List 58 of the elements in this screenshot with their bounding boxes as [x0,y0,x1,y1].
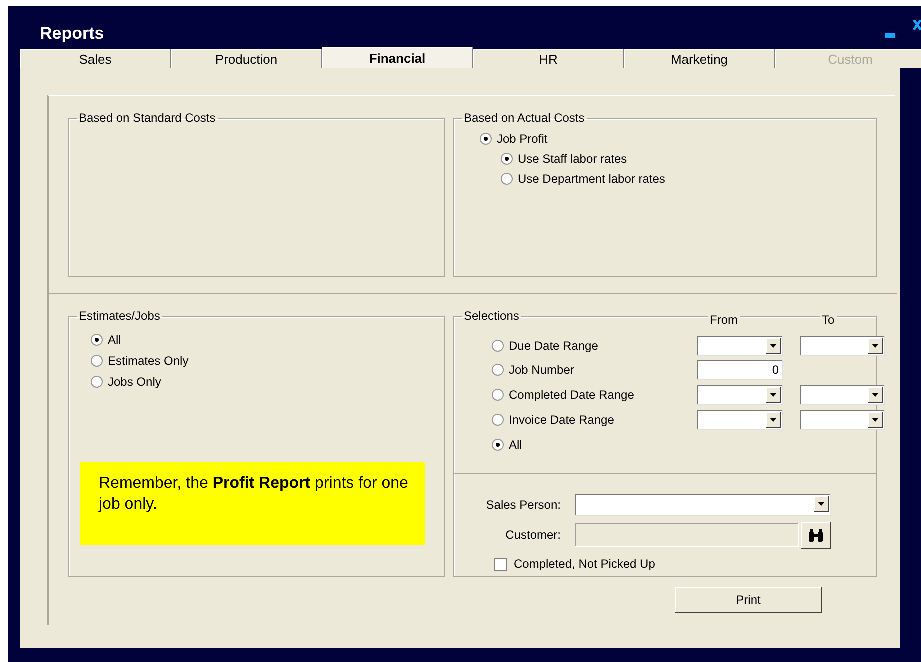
dropdown-arrow-icon [770,418,777,422]
number-field[interactable]: 0 [697,360,783,380]
customer-field[interactable] [575,523,799,547]
from-dropdown[interactable] [697,336,783,356]
radio-label: Completed Date Range [509,388,634,402]
from-dropdown[interactable] [697,410,783,430]
radio-button[interactable] [492,388,504,400]
print-button[interactable]: Print [675,587,822,613]
field-label: Sales Person: [485,498,562,512]
dropdown-arrow-icon [872,344,879,348]
column-header: To [820,313,837,327]
dropdown-arrow-icon [770,392,777,396]
sales-person-dropdown[interactable] [575,494,831,516]
column-header: From [708,313,740,327]
radio-label: Use Staff labor rates [518,152,628,166]
radio-button[interactable] [492,364,504,376]
dropdown-arrow-icon [770,344,777,348]
tab[interactable]: Marketing [624,49,775,68]
radio-button[interactable] [492,414,504,426]
note-text: Remember, the Profit Report prints for one job only. [99,475,408,513]
radio-label: Due Date Range [509,338,598,352]
to-dropdown[interactable] [800,384,885,404]
window-title: Reports [40,24,104,44]
dropdown-arrow-icon [872,418,879,422]
radio-label: All [509,438,522,452]
radio-button[interactable] [480,133,492,145]
tab[interactable]: Sales [20,49,171,68]
to-dropdown[interactable] [800,410,885,430]
radio-button[interactable] [501,173,513,185]
radio-button[interactable] [91,376,103,388]
dropdown-arrow-icon [872,392,879,396]
radio-button[interactable] [91,354,103,366]
field-label: Customer: [504,528,562,542]
radio-button[interactable] [91,334,103,346]
group-title: Selections [464,309,520,323]
search-button[interactable] [801,522,831,548]
radio-label: Job Profit [497,132,548,146]
checkbox-label: Completed, Not Picked Up [514,557,656,571]
group-title: Based on Standard Costs [79,111,216,125]
tab[interactable]: HR [473,49,624,68]
radio-button[interactable] [492,340,504,352]
from-dropdown[interactable] [697,384,783,404]
binoculars-icon [808,528,824,542]
checkbox[interactable] [494,558,507,570]
radio-button[interactable] [501,153,513,165]
group-title: Estimates/Jobs [79,309,160,323]
tab[interactable]: Financial [322,47,473,68]
radio-button[interactable] [492,438,504,450]
radio-label: Job Number [509,363,574,377]
radio-label: All [108,332,122,346]
radio-label: Use Department labor rates [518,172,666,186]
radio-label: Jobs Only [108,374,162,388]
radio-label: Invoice Date Range [509,412,614,426]
group-title: Based on Actual Costs [464,111,585,125]
radio-label: Estimates Only [108,354,189,368]
tab[interactable]: Production [171,49,322,68]
dropdown-arrow-icon [818,502,825,506]
to-dropdown[interactable] [800,336,885,356]
